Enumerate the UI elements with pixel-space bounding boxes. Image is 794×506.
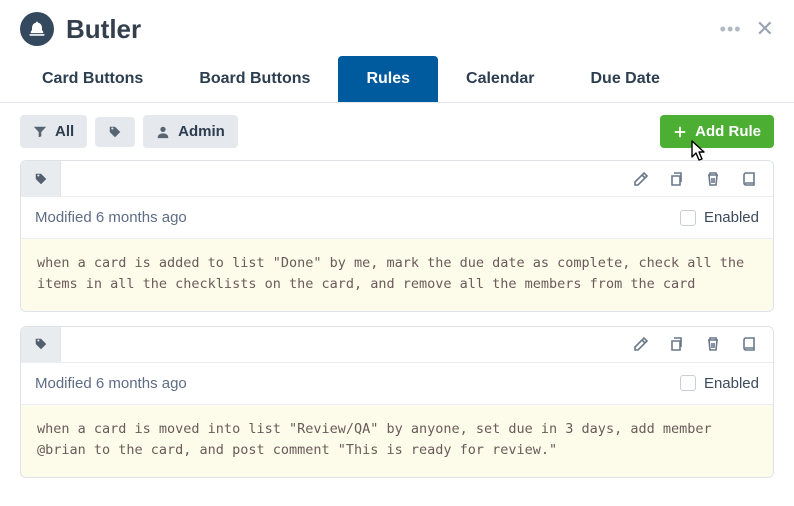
enabled-label: Enabled bbox=[704, 209, 759, 226]
tab-bar: Card Buttons Board Buttons Rules Calenda… bbox=[0, 56, 794, 103]
add-rule-button[interactable]: Add Rule bbox=[660, 115, 774, 148]
tab-due-date[interactable]: Due Date bbox=[562, 56, 687, 102]
log-button[interactable] bbox=[739, 169, 759, 189]
book-icon bbox=[741, 336, 757, 352]
title-bar: Butler ••• ✕ bbox=[0, 0, 794, 52]
trash-icon bbox=[705, 171, 721, 187]
tab-board-buttons[interactable]: Board Buttons bbox=[171, 56, 338, 102]
copy-icon bbox=[669, 171, 685, 187]
tab-card-buttons[interactable]: Card Buttons bbox=[14, 56, 171, 102]
checkbox-icon bbox=[680, 375, 696, 391]
tab-calendar[interactable]: Calendar bbox=[438, 56, 562, 102]
rule-card: Modified 6 months ago Enabled when a car… bbox=[20, 160, 774, 312]
filter-tag-button[interactable] bbox=[95, 117, 135, 147]
close-icon[interactable]: ✕ bbox=[756, 18, 774, 40]
app-window: Butler ••• ✕ Card Buttons Board Buttons … bbox=[0, 0, 794, 506]
tag-icon bbox=[34, 172, 48, 186]
rule-modified-text: Modified 6 months ago bbox=[35, 209, 187, 226]
trash-icon bbox=[705, 336, 721, 352]
rule-modified-text: Modified 6 months ago bbox=[35, 375, 187, 392]
enabled-label: Enabled bbox=[704, 375, 759, 392]
enabled-toggle[interactable]: Enabled bbox=[680, 209, 759, 226]
pencil-icon bbox=[633, 171, 649, 187]
more-menu-icon[interactable]: ••• bbox=[720, 20, 742, 38]
enabled-toggle[interactable]: Enabled bbox=[680, 375, 759, 392]
add-rule-label: Add Rule bbox=[695, 123, 761, 140]
rule-description: when a card is moved into list "Review/Q… bbox=[21, 405, 773, 477]
app-logo bbox=[20, 12, 54, 46]
log-button[interactable] bbox=[739, 334, 759, 354]
checkbox-icon bbox=[680, 210, 696, 226]
rule-description: when a card is added to list "Done" by m… bbox=[21, 239, 773, 311]
toolbar: All Admin Add Rule bbox=[0, 103, 794, 160]
filter-all-label: All bbox=[55, 123, 74, 140]
tag-icon bbox=[34, 337, 48, 351]
rule-tag-button[interactable] bbox=[21, 326, 61, 362]
book-icon bbox=[741, 171, 757, 187]
rule-tag-button[interactable] bbox=[21, 161, 61, 197]
funnel-icon bbox=[33, 125, 47, 139]
bell-icon bbox=[27, 19, 47, 39]
tag-icon bbox=[108, 125, 122, 139]
filter-admin-label: Admin bbox=[178, 123, 225, 140]
edit-button[interactable] bbox=[631, 169, 651, 189]
tab-rules[interactable]: Rules bbox=[338, 56, 438, 102]
plus-icon bbox=[673, 125, 687, 139]
filter-all-button[interactable]: All bbox=[20, 115, 87, 148]
rule-card: Modified 6 months ago Enabled when a car… bbox=[20, 326, 774, 478]
copy-button[interactable] bbox=[667, 169, 687, 189]
person-icon bbox=[156, 125, 170, 139]
copy-button[interactable] bbox=[667, 334, 687, 354]
copy-icon bbox=[669, 336, 685, 352]
app-title: Butler bbox=[66, 14, 141, 45]
edit-button[interactable] bbox=[631, 334, 651, 354]
delete-button[interactable] bbox=[703, 334, 723, 354]
delete-button[interactable] bbox=[703, 169, 723, 189]
pencil-icon bbox=[633, 336, 649, 352]
filter-admin-button[interactable]: Admin bbox=[143, 115, 238, 148]
